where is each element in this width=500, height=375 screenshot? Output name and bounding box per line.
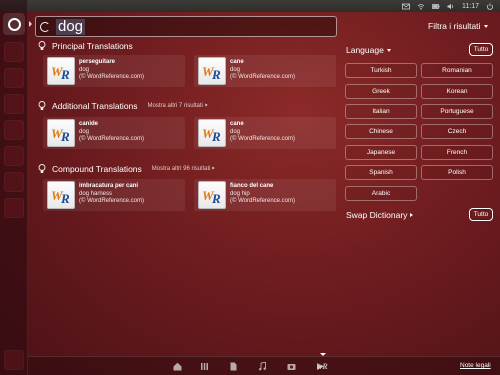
result-translation: dog harness bbox=[79, 190, 113, 197]
wordreference-icon: WR bbox=[198, 119, 226, 147]
chevron-down-icon bbox=[386, 48, 391, 52]
chevron-right-icon bbox=[204, 103, 208, 107]
language-option-spanish[interactable]: Spanish bbox=[345, 165, 417, 180]
result-item[interactable]: WR cane dog (© WordReference.com) bbox=[194, 117, 336, 149]
language-option-romanian[interactable]: Romanian bbox=[421, 63, 493, 78]
language-option-chinese[interactable]: Chinese bbox=[345, 124, 417, 139]
launcher-app-icon[interactable] bbox=[4, 94, 24, 114]
chevron-down-icon bbox=[484, 24, 489, 28]
wordreference-lens-icon[interactable]: wR bbox=[317, 361, 328, 371]
show-more-results-link[interactable]: Mostra altri 7 risultati bbox=[148, 103, 208, 109]
applications-lens-icon[interactable] bbox=[200, 362, 209, 371]
result-item[interactable]: WR fianco del cane dog hip (© WordRefere… bbox=[194, 179, 336, 211]
category-title: Principal Translations bbox=[52, 41, 133, 51]
filter-results-label: Filtra i risultati bbox=[428, 21, 481, 31]
result-source: (© WordReference.com) bbox=[79, 136, 144, 142]
language-filter-header[interactable]: Language bbox=[346, 45, 391, 55]
launcher-app-icon[interactable] bbox=[4, 42, 24, 62]
power-icon[interactable] bbox=[486, 2, 494, 10]
result-source: (© WordReference.com) bbox=[230, 74, 295, 80]
network-icon[interactable] bbox=[417, 3, 425, 10]
search-query-text[interactable]: dog bbox=[56, 18, 86, 35]
launcher-app-icon[interactable] bbox=[4, 68, 24, 88]
files-lens-icon[interactable] bbox=[229, 362, 238, 371]
top-panel: 11:17 bbox=[0, 0, 500, 12]
lightbulb-icon bbox=[38, 164, 46, 173]
launcher bbox=[0, 0, 28, 375]
wordreference-icon: WR bbox=[47, 57, 75, 85]
result-translation: dog bbox=[230, 66, 241, 73]
lightbulb-icon bbox=[38, 101, 46, 110]
result-title: imbracatura per cani bbox=[79, 183, 139, 189]
category-title: Additional Translations bbox=[52, 101, 138, 111]
svg-text:wR: wR bbox=[317, 362, 328, 371]
search-input[interactable]: dog bbox=[35, 16, 337, 37]
volume-icon[interactable] bbox=[447, 3, 455, 10]
launcher-app-icon[interactable] bbox=[4, 172, 24, 192]
language-option-japanese[interactable]: Japanese bbox=[345, 145, 417, 160]
wordreference-icon: WR bbox=[47, 181, 75, 209]
clock[interactable]: 11:17 bbox=[462, 3, 479, 10]
language-option-italian[interactable]: Italian bbox=[345, 104, 417, 119]
result-source: (© WordReference.com) bbox=[230, 136, 295, 142]
language-option-polish[interactable]: Polish bbox=[421, 165, 493, 180]
photos-lens-icon[interactable] bbox=[287, 362, 296, 371]
result-title: perseguitare bbox=[79, 59, 116, 65]
mail-icon[interactable] bbox=[402, 3, 410, 10]
show-more-results-link[interactable]: Mostra altri 96 risultati bbox=[152, 166, 215, 172]
result-source: (© WordReference.com) bbox=[79, 198, 144, 204]
language-option-arabic[interactable]: Arabic bbox=[345, 186, 417, 201]
result-source: (© WordReference.com) bbox=[230, 198, 295, 204]
filter-results-toggle[interactable]: Filtra i risultati bbox=[428, 21, 489, 31]
result-translation: dog bbox=[79, 66, 90, 73]
loading-spinner-icon bbox=[40, 21, 50, 32]
category-header-compound: Compound Translations Mostra altri 96 ri… bbox=[38, 164, 215, 174]
swap-dictionary-label: Swap Dictionary bbox=[346, 210, 408, 220]
wordreference-icon: WR bbox=[47, 119, 75, 147]
result-item[interactable]: WR imbracatura per cani dog harness (© W… bbox=[43, 179, 185, 211]
trash-icon[interactable] bbox=[4, 350, 24, 370]
language-option-french[interactable]: French bbox=[421, 145, 493, 160]
category-title: Compound Translations bbox=[52, 164, 142, 174]
home-lens-icon[interactable] bbox=[173, 362, 182, 371]
result-item[interactable]: WR canide dog (© WordReference.com) bbox=[43, 117, 185, 149]
category-header-principal: Principal Translations bbox=[38, 41, 133, 51]
legal-notes-link[interactable]: Note legali bbox=[460, 362, 491, 369]
result-title: cane bbox=[230, 121, 244, 127]
active-lens-indicator-icon bbox=[320, 353, 326, 356]
language-option-turkish[interactable]: Turkish bbox=[345, 63, 417, 78]
swap-dictionary-header[interactable]: Swap Dictionary bbox=[346, 210, 414, 220]
language-option-greek[interactable]: Greek bbox=[345, 84, 417, 99]
result-source: (© WordReference.com) bbox=[79, 74, 144, 80]
swap-all-button[interactable]: Tutto bbox=[469, 208, 493, 221]
launcher-app-icon[interactable] bbox=[4, 198, 24, 218]
language-option-czech[interactable]: Czech bbox=[421, 124, 493, 139]
result-translation: dog bbox=[79, 128, 90, 135]
result-title: cane bbox=[230, 59, 244, 65]
chevron-right-icon bbox=[212, 166, 215, 170]
language-filter-label: Language bbox=[346, 45, 384, 55]
category-header-additional: Additional Translations Mostra altri 7 r… bbox=[38, 101, 208, 111]
language-all-button[interactable]: Tutto bbox=[469, 43, 493, 56]
lens-bar: wR bbox=[28, 356, 500, 375]
chevron-right-icon bbox=[410, 213, 414, 217]
wordreference-icon: WR bbox=[198, 57, 226, 85]
ubuntu-logo-icon bbox=[7, 17, 21, 31]
result-item[interactable]: WR cane dog (© WordReference.com) bbox=[194, 55, 336, 87]
launcher-active-arrow-icon bbox=[29, 21, 32, 27]
battery-icon[interactable] bbox=[432, 3, 440, 10]
result-title: fianco del cane bbox=[230, 183, 274, 189]
language-option-korean[interactable]: Korean bbox=[421, 84, 493, 99]
lightbulb-icon bbox=[38, 41, 46, 50]
dash-home-button[interactable] bbox=[3, 13, 25, 35]
result-translation: dog hip bbox=[230, 190, 250, 197]
wordreference-icon: WR bbox=[198, 181, 226, 209]
result-title: canide bbox=[79, 121, 99, 127]
result-translation: dog bbox=[230, 128, 241, 135]
result-item[interactable]: WR perseguitare dog (© WordReference.com… bbox=[43, 55, 185, 87]
music-lens-icon[interactable] bbox=[258, 362, 267, 371]
launcher-app-icon[interactable] bbox=[4, 120, 24, 140]
language-option-portuguese[interactable]: Portuguese bbox=[421, 104, 493, 119]
launcher-app-icon[interactable] bbox=[4, 146, 24, 166]
